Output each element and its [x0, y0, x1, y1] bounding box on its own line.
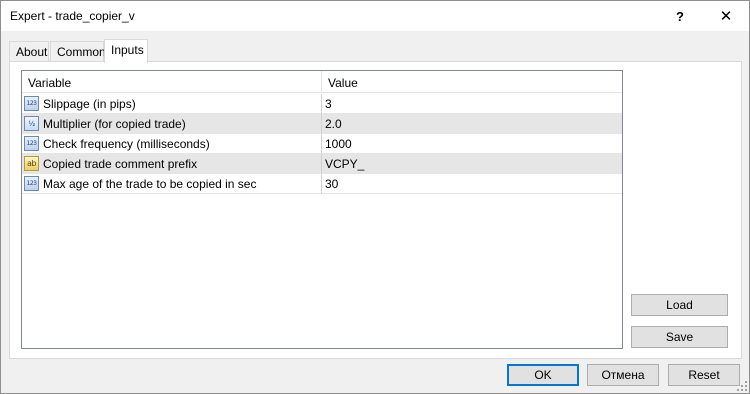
save-button[interactable]: Save	[631, 326, 728, 348]
value-cell[interactable]: 2.0	[322, 114, 622, 134]
inputs-grid: Variable Value 123 Slippage (in pips) 3 …	[21, 70, 623, 349]
variable-cell: 123 Slippage (in pips)	[22, 94, 322, 114]
double-icon: ½	[24, 116, 39, 131]
table-row[interactable]: ab Copied trade comment prefix VCPY_	[22, 154, 622, 174]
variable-cell: 123 Max age of the trade to be copied in…	[22, 174, 322, 194]
column-header-value[interactable]: Value	[322, 71, 622, 93]
string-icon: ab	[24, 156, 39, 171]
cancel-button[interactable]: Отмена	[587, 364, 659, 386]
reset-button[interactable]: Reset	[668, 364, 740, 386]
table-row[interactable]: 123 Slippage (in pips) 3	[22, 94, 622, 114]
close-icon[interactable]: ✕	[703, 1, 749, 31]
table-row[interactable]: 123 Max age of the trade to be copied in…	[22, 174, 622, 194]
inputs-panel: Variable Value 123 Slippage (in pips) 3 …	[9, 61, 742, 359]
tab-inputs[interactable]: Inputs	[104, 39, 148, 63]
load-button[interactable]: Load	[631, 294, 728, 316]
title-bar: Expert - trade_copier_v ? ✕	[1, 1, 749, 31]
value-cell[interactable]: 1000	[322, 134, 622, 154]
ok-button[interactable]: OK	[507, 364, 579, 386]
variable-label: Copied trade comment prefix	[43, 157, 198, 171]
variable-label: Check frequency (milliseconds)	[43, 137, 210, 151]
grid-header: Variable Value	[22, 71, 622, 93]
column-header-variable[interactable]: Variable	[22, 71, 322, 93]
value-cell[interactable]: VCPY_	[322, 154, 622, 174]
help-icon[interactable]: ?	[657, 1, 703, 31]
table-row[interactable]: ½ Multiplier (for copied trade) 2.0	[22, 114, 622, 134]
value-cell[interactable]: 30	[322, 174, 622, 194]
window-title: Expert - trade_copier_v	[10, 9, 135, 23]
variable-label: Multiplier (for copied trade)	[43, 117, 186, 131]
integer-icon: 123	[24, 176, 39, 191]
integer-icon: 123	[24, 96, 39, 111]
value-cell[interactable]: 3	[322, 94, 622, 114]
variable-cell: ab Copied trade comment prefix	[22, 154, 322, 174]
variable-label: Slippage (in pips)	[43, 97, 136, 111]
integer-icon: 123	[24, 136, 39, 151]
table-row[interactable]: 123 Check frequency (milliseconds) 1000	[22, 134, 622, 154]
expert-dialog: Expert - trade_copier_v ? ✕ About Common…	[0, 0, 750, 394]
variable-label: Max age of the trade to be copied in sec	[43, 177, 257, 191]
resize-grip-icon[interactable]	[737, 381, 747, 391]
tab-common[interactable]: Common	[50, 41, 106, 61]
variable-cell: ½ Multiplier (for copied trade)	[22, 114, 322, 134]
tab-about[interactable]: About	[9, 41, 49, 61]
variable-cell: 123 Check frequency (milliseconds)	[22, 134, 322, 154]
